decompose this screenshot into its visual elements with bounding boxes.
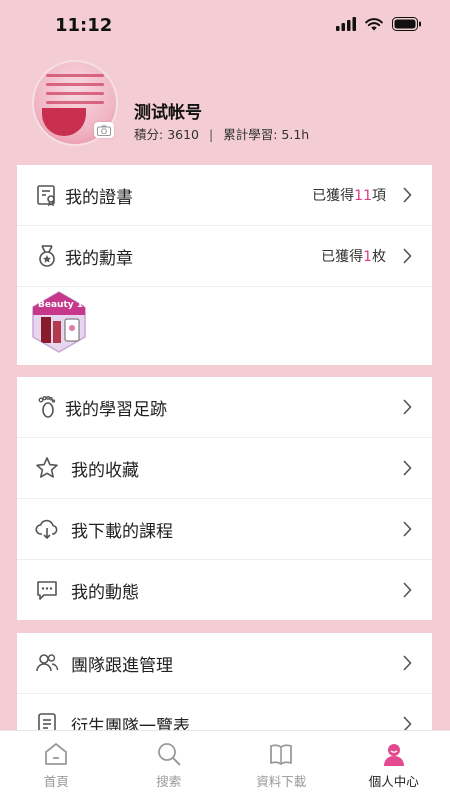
stats-separator: | bbox=[209, 127, 213, 142]
chat-bubble-icon bbox=[35, 578, 59, 602]
medal-badges: Beauty 18 bbox=[17, 287, 432, 365]
tab-search[interactable]: 搜索 bbox=[113, 731, 226, 801]
tab-search-label: 搜索 bbox=[113, 771, 226, 790]
downloaded-courses-row[interactable]: 我下載的課程 bbox=[17, 499, 432, 560]
tab-downloads[interactable]: 資料下載 bbox=[225, 731, 338, 801]
favorites-row[interactable]: 我的收藏 bbox=[17, 438, 432, 499]
certificate-icon bbox=[35, 183, 59, 207]
book-icon bbox=[268, 741, 294, 767]
status-time: 11:12 bbox=[55, 15, 112, 36]
learning-footprint-row[interactable]: 我的學習足跡 bbox=[17, 377, 432, 438]
certificates-count: 已獲得11項 bbox=[312, 185, 386, 205]
signal-icon bbox=[336, 17, 356, 31]
badge-text: Beauty 18 bbox=[38, 300, 87, 310]
my-certificates-row[interactable]: 我的證書 已獲得11項 bbox=[17, 165, 432, 226]
study-value: 5.1h bbox=[281, 127, 309, 142]
profile-header: 测试帐号 積分: 3610 | 累計學習: 5.1h bbox=[0, 58, 450, 158]
bottom-tab-bar: 首頁 搜索 資料下載 個人中心 bbox=[0, 730, 450, 801]
my-activity-row[interactable]: 我的動態 bbox=[17, 560, 432, 620]
chevron-right-icon bbox=[402, 187, 412, 203]
chevron-right-icon bbox=[402, 521, 412, 537]
favorites-label: 我的收藏 bbox=[71, 456, 139, 481]
tab-home[interactable]: 首頁 bbox=[0, 731, 113, 801]
avatar-poster-decoration bbox=[46, 74, 104, 110]
certificates-label: 我的證書 bbox=[65, 183, 133, 208]
tab-profile[interactable]: 個人中心 bbox=[338, 731, 450, 801]
study-label: 累計學習: bbox=[223, 127, 277, 142]
username: 测试帐号 bbox=[134, 98, 202, 123]
tab-home-label: 首頁 bbox=[0, 771, 113, 790]
learning-card: 我的學習足跡 我的收藏 我下載的課程 我的動態 bbox=[17, 377, 432, 620]
wifi-icon bbox=[365, 17, 383, 31]
status-icons bbox=[336, 17, 422, 31]
medals-count: 已獲得1枚 bbox=[321, 246, 386, 266]
downloaded-courses-label: 我下載的課程 bbox=[71, 517, 173, 542]
cloud-download-icon bbox=[35, 517, 59, 541]
team-icon bbox=[35, 651, 59, 675]
camera-icon[interactable] bbox=[94, 122, 114, 138]
medal-icon bbox=[35, 244, 59, 268]
footprint-icon bbox=[35, 395, 59, 419]
beauty-18-badge[interactable]: Beauty 18 bbox=[31, 291, 87, 353]
status-bar: 11:12 bbox=[0, 0, 450, 52]
team-management-label: 團隊跟進管理 bbox=[71, 651, 173, 676]
home-icon bbox=[43, 741, 69, 767]
achievements-card: 我的證書 已獲得11項 我的勳章 已獲得1枚 Beaut bbox=[17, 165, 432, 365]
points-label: 積分: bbox=[134, 127, 163, 142]
my-activity-label: 我的動態 bbox=[71, 578, 139, 603]
person-icon bbox=[381, 741, 407, 767]
medals-label: 我的勳章 bbox=[65, 244, 133, 269]
learning-footprint-label: 我的學習足跡 bbox=[65, 395, 167, 420]
chevron-right-icon bbox=[402, 460, 412, 476]
tab-downloads-label: 資料下載 bbox=[225, 771, 338, 790]
battery-icon bbox=[392, 17, 422, 31]
search-icon bbox=[156, 741, 182, 767]
user-stats: 積分: 3610 | 累計學習: 5.1h bbox=[134, 124, 309, 143]
chevron-right-icon bbox=[402, 399, 412, 415]
my-medals-row[interactable]: 我的勳章 已獲得1枚 bbox=[17, 226, 432, 287]
chevron-right-icon bbox=[402, 248, 412, 264]
star-icon bbox=[35, 456, 59, 480]
avatar-fan-decoration bbox=[42, 108, 86, 136]
chevron-right-icon bbox=[402, 655, 412, 671]
tab-profile-label: 個人中心 bbox=[338, 771, 450, 790]
points-value: 3610 bbox=[167, 127, 199, 142]
chevron-right-icon bbox=[402, 582, 412, 598]
team-management-row[interactable]: 團隊跟進管理 bbox=[17, 633, 432, 694]
